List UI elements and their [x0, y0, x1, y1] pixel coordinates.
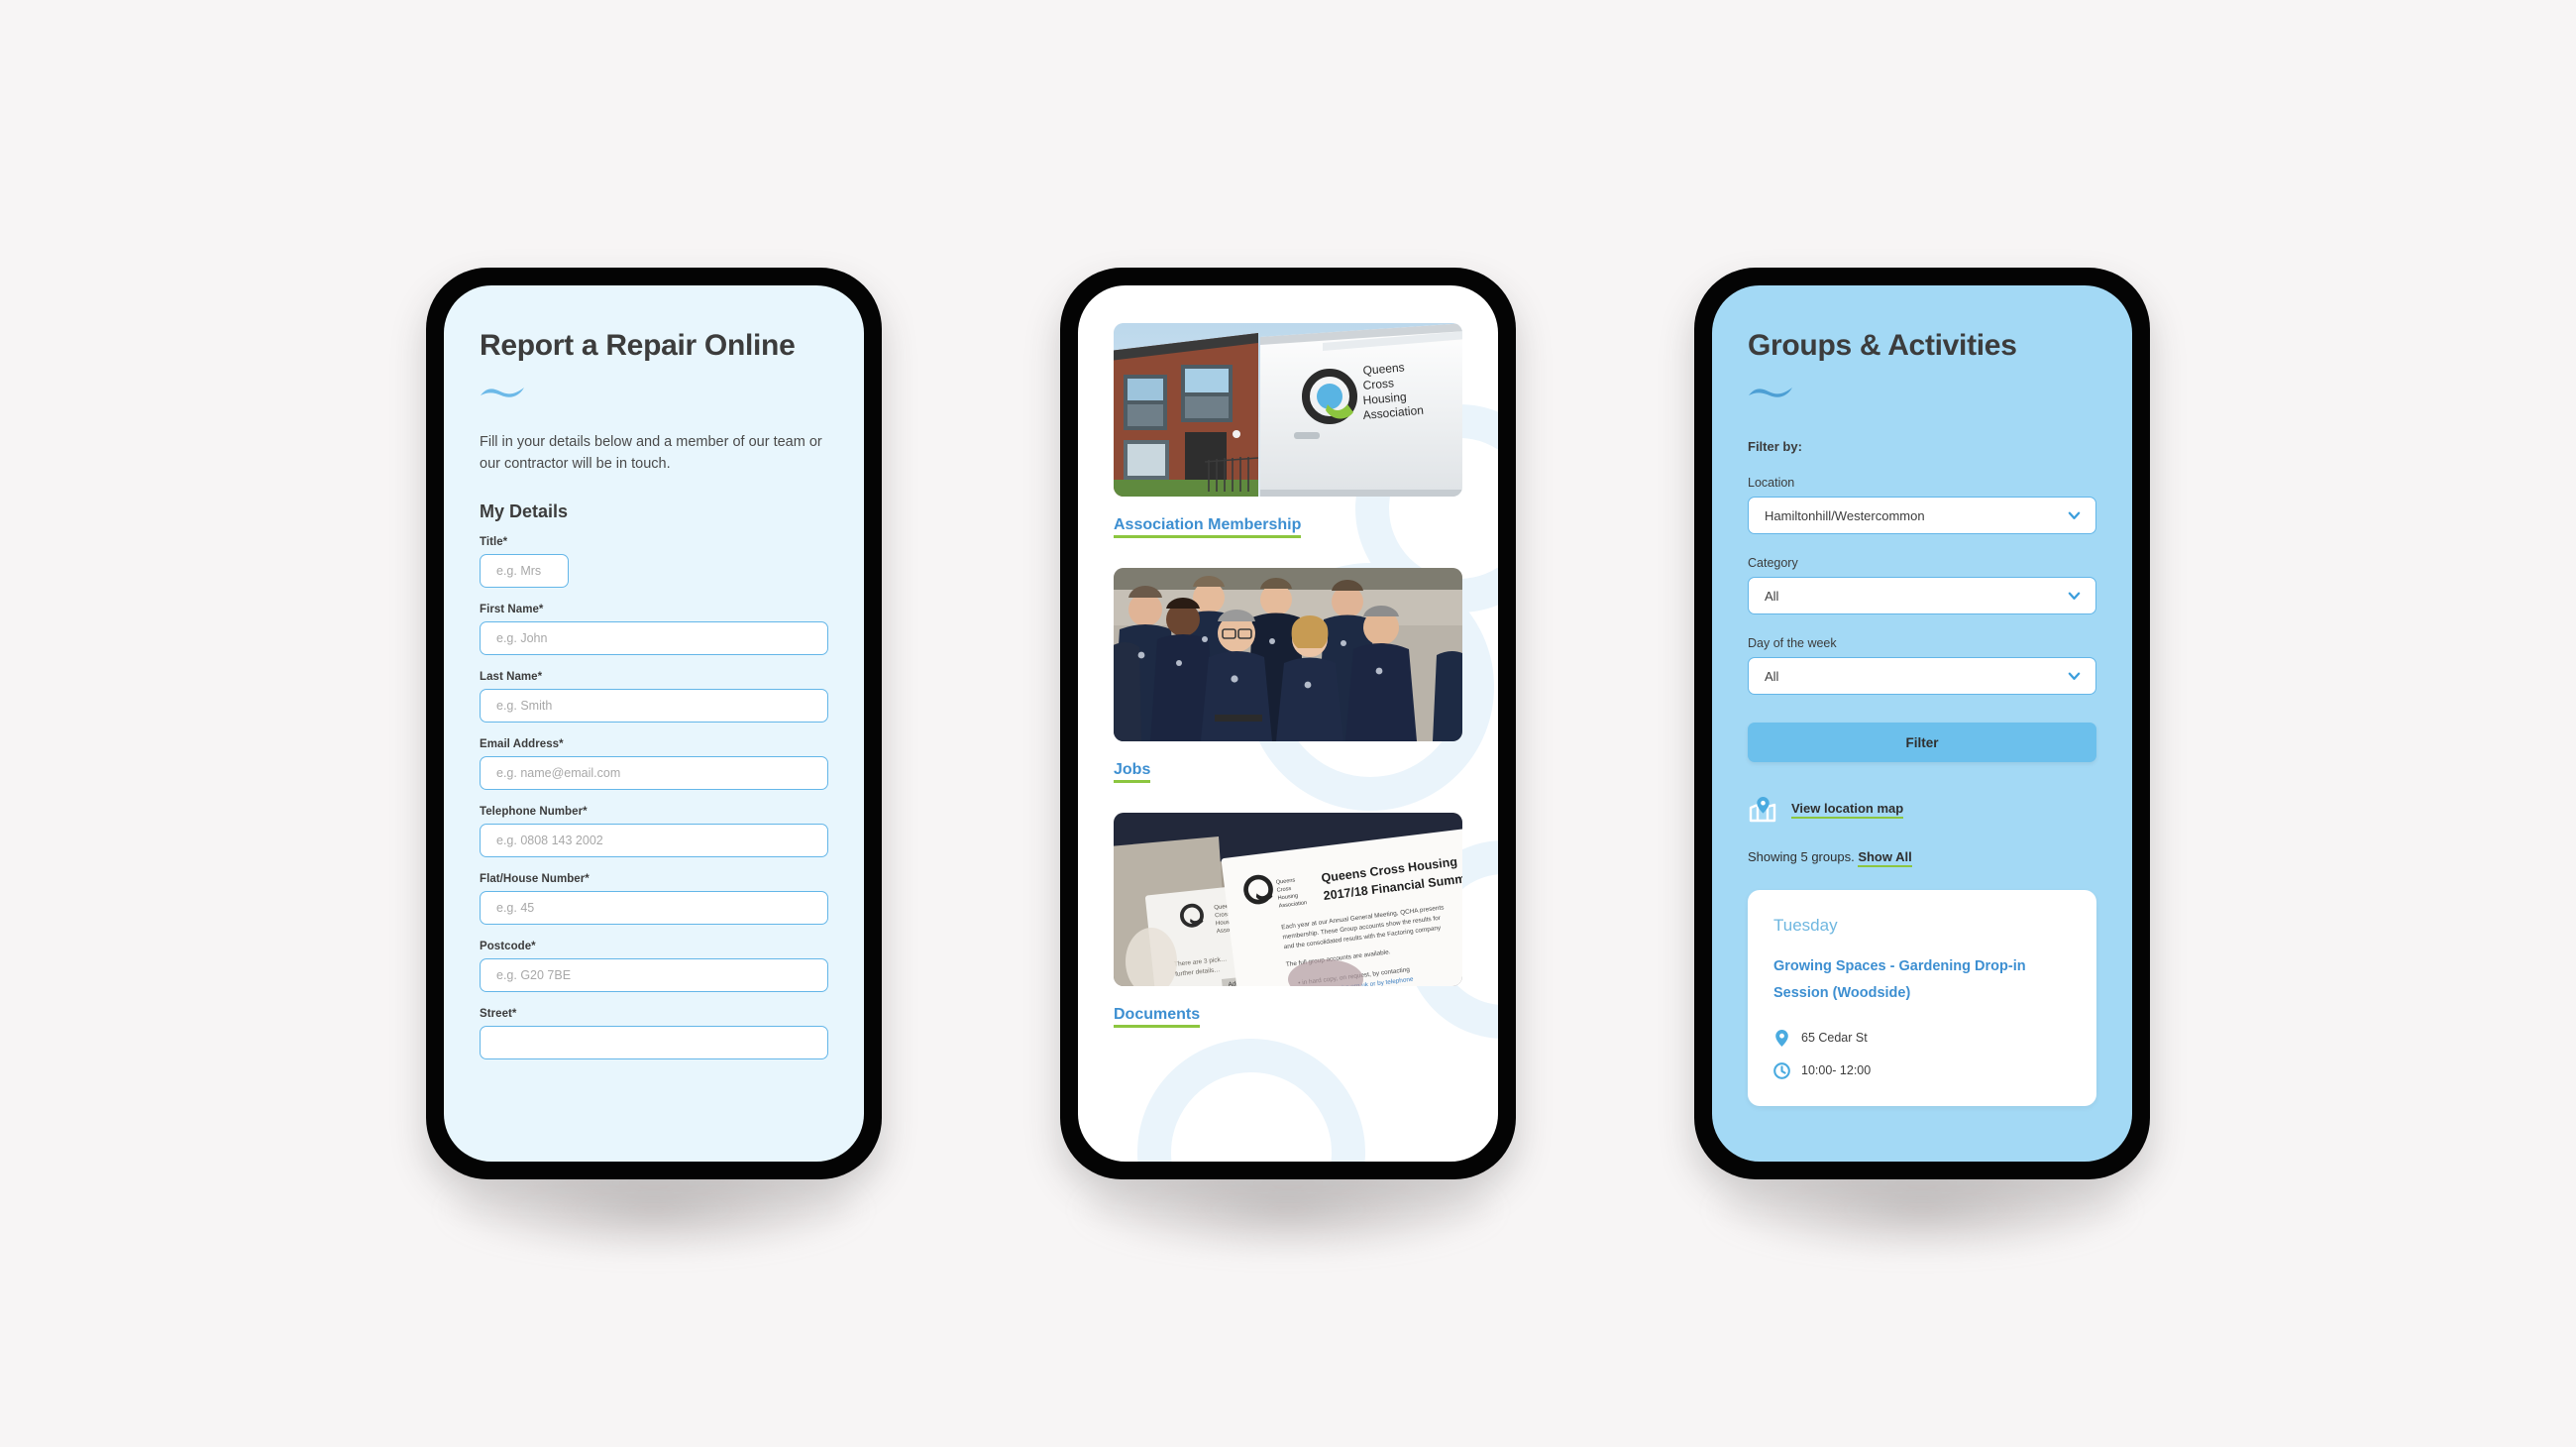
- phone-mockup-documents: Queens Cross Housing Association Associa…: [1060, 268, 1516, 1257]
- phone-screen: Groups & Activities Filter by: Location …: [1712, 285, 2132, 1162]
- map-pin-icon: [1749, 797, 1776, 823]
- phone-mockup-stage: Report a Repair Online Fill in your deta…: [0, 0, 2576, 1447]
- form-field-email: Email Address*: [480, 738, 828, 790]
- field-label: Flat/House Number*: [480, 872, 590, 885]
- phone-power-button[interactable]: [2149, 513, 2150, 609]
- intro-text: Fill in your details below and a member …: [480, 434, 822, 473]
- phone-frame: Groups & Activities Filter by: Location …: [1694, 268, 2150, 1179]
- housing-van-photo: Queens Cross Housing Association: [1114, 323, 1462, 497]
- list-item: Queens Cross Housing Association Associa…: [1114, 323, 1462, 564]
- chevron-down-icon: [2068, 511, 2081, 519]
- group-card-day: Tuesday: [1773, 916, 1838, 935]
- phone-frame: Report a Repair Online Fill in your deta…: [426, 268, 882, 1179]
- field-label: Email Address*: [480, 737, 564, 750]
- group-card-address-row: 65 Cedar St: [1773, 1029, 2071, 1048]
- select-value: Hamiltonhill/Westercommon: [1765, 507, 1925, 523]
- filter-category: Category All: [1748, 556, 2096, 614]
- group-card-time-row: 10:00- 12:00: [1773, 1061, 2071, 1080]
- wave-divider-icon: [1749, 388, 1792, 397]
- form-field-postcode: Postcode*: [480, 941, 828, 992]
- show-all-link[interactable]: Show All: [1858, 849, 1912, 867]
- filter-location: Location Hamiltonhill/Westercommon: [1748, 476, 2096, 534]
- location-select[interactable]: Hamiltonhill/Westercommon: [1748, 497, 2096, 534]
- groups-activities-page: Groups & Activities Filter by: Location …: [1712, 285, 2132, 1162]
- select-value: All: [1765, 588, 1779, 604]
- phone-volume-down-button[interactable]: [1060, 577, 1061, 638]
- field-label: Street*: [480, 1007, 517, 1020]
- svg-text:Cross: Cross: [1362, 376, 1394, 392]
- group-card-title-link[interactable]: Growing Spaces - Gardening Drop-in Sessi…: [1773, 958, 2026, 1001]
- form-field-street: Street*: [480, 1008, 828, 1059]
- email-input[interactable]: [480, 755, 828, 790]
- field-label: Last Name*: [480, 670, 543, 683]
- phone-power-button[interactable]: [881, 513, 882, 609]
- phone-mute-switch[interactable]: [426, 434, 427, 468]
- showing-count-text: Showing 5 groups.: [1748, 849, 1855, 864]
- phone-volume-up-button[interactable]: [426, 498, 427, 559]
- financial-summary-photo: QueensCross HousingAssociation There are…: [1114, 813, 1462, 986]
- day-of-week-select[interactable]: All: [1748, 657, 2096, 695]
- form-field-first-name: First Name*: [480, 604, 828, 655]
- link-jobs[interactable]: Jobs: [1114, 761, 1151, 783]
- link-documents[interactable]: Documents: [1114, 1006, 1201, 1028]
- phone-frame: Queens Cross Housing Association Associa…: [1060, 268, 1516, 1179]
- form-field-title: Title*: [480, 536, 828, 588]
- filter-day-of-week: Day of the week All: [1748, 636, 2096, 695]
- view-location-map-row[interactable]: View location map: [1748, 796, 2096, 824]
- page-title: Report a Repair Online: [480, 329, 796, 362]
- phone-mockup-report-repair: Report a Repair Online Fill in your deta…: [426, 268, 882, 1257]
- list-item: Jobs: [1114, 568, 1462, 809]
- page-title: Groups & Activities: [1748, 329, 2017, 362]
- form-field-last-name: Last Name*: [480, 671, 828, 723]
- phone-volume-down-button[interactable]: [426, 577, 427, 638]
- form-field-flat-house-number: Flat/House Number*: [480, 873, 828, 925]
- last-name-input[interactable]: [480, 688, 828, 723]
- documents-listing-page: Queens Cross Housing Association Associa…: [1078, 285, 1498, 1162]
- list-item: QueensCross HousingAssociation There are…: [1114, 813, 1462, 1054]
- phone-volume-down-button[interactable]: [1694, 577, 1695, 638]
- section-title-my-details: My Details: [480, 501, 569, 521]
- q-watermark-icon: [1137, 1039, 1365, 1162]
- select-label: Location: [1748, 476, 1795, 490]
- filter-button[interactable]: Filter: [1748, 723, 2096, 762]
- clock-icon: [1773, 1061, 1790, 1079]
- telephone-input[interactable]: [480, 823, 828, 857]
- select-label: Day of the week: [1748, 636, 1837, 650]
- phone-screen: Report a Repair Online Fill in your deta…: [444, 285, 864, 1162]
- report-repair-page: Report a Repair Online Fill in your deta…: [444, 285, 864, 1162]
- form-field-telephone: Telephone Number*: [480, 806, 828, 857]
- filter-by-label: Filter by:: [1748, 439, 1802, 454]
- staff-team-photo: [1114, 568, 1462, 741]
- field-label: Title*: [480, 535, 508, 548]
- phone-mute-switch[interactable]: [1060, 434, 1061, 468]
- first-name-input[interactable]: [480, 620, 828, 655]
- wave-divider-icon: [481, 388, 524, 397]
- street-input[interactable]: [480, 1025, 828, 1059]
- title-input[interactable]: [480, 553, 569, 588]
- group-card-address: 65 Cedar St: [1801, 1031, 1868, 1046]
- phone-volume-up-button[interactable]: [1060, 498, 1061, 559]
- chevron-down-icon: [2068, 592, 2081, 600]
- phone-screen: Queens Cross Housing Association Associa…: [1078, 285, 1498, 1162]
- phone-mockup-groups-activities: Groups & Activities Filter by: Location …: [1694, 268, 2150, 1257]
- postcode-input[interactable]: [480, 957, 828, 992]
- chevron-down-icon: [2068, 672, 2081, 680]
- field-label: Telephone Number*: [480, 805, 588, 818]
- select-value: All: [1765, 668, 1779, 684]
- flat-house-number-input[interactable]: [480, 890, 828, 925]
- category-select[interactable]: All: [1748, 577, 2096, 614]
- phone-mute-switch[interactable]: [1694, 434, 1695, 468]
- group-card: Tuesday Growing Spaces - Gardening Drop-…: [1748, 890, 2096, 1106]
- view-location-map-link[interactable]: View location map: [1791, 801, 1904, 819]
- select-label: Category: [1748, 556, 1798, 570]
- phone-power-button[interactable]: [1515, 513, 1516, 609]
- field-label: First Name*: [480, 603, 544, 615]
- group-card-time: 10:00- 12:00: [1801, 1063, 1872, 1078]
- location-pin-icon: [1775, 1029, 1788, 1047]
- phone-volume-up-button[interactable]: [1694, 498, 1695, 559]
- link-association-membership[interactable]: Association Membership: [1114, 516, 1302, 538]
- showing-count-row: Showing 5 groups. Show All: [1748, 849, 2096, 867]
- field-label: Postcode*: [480, 940, 536, 952]
